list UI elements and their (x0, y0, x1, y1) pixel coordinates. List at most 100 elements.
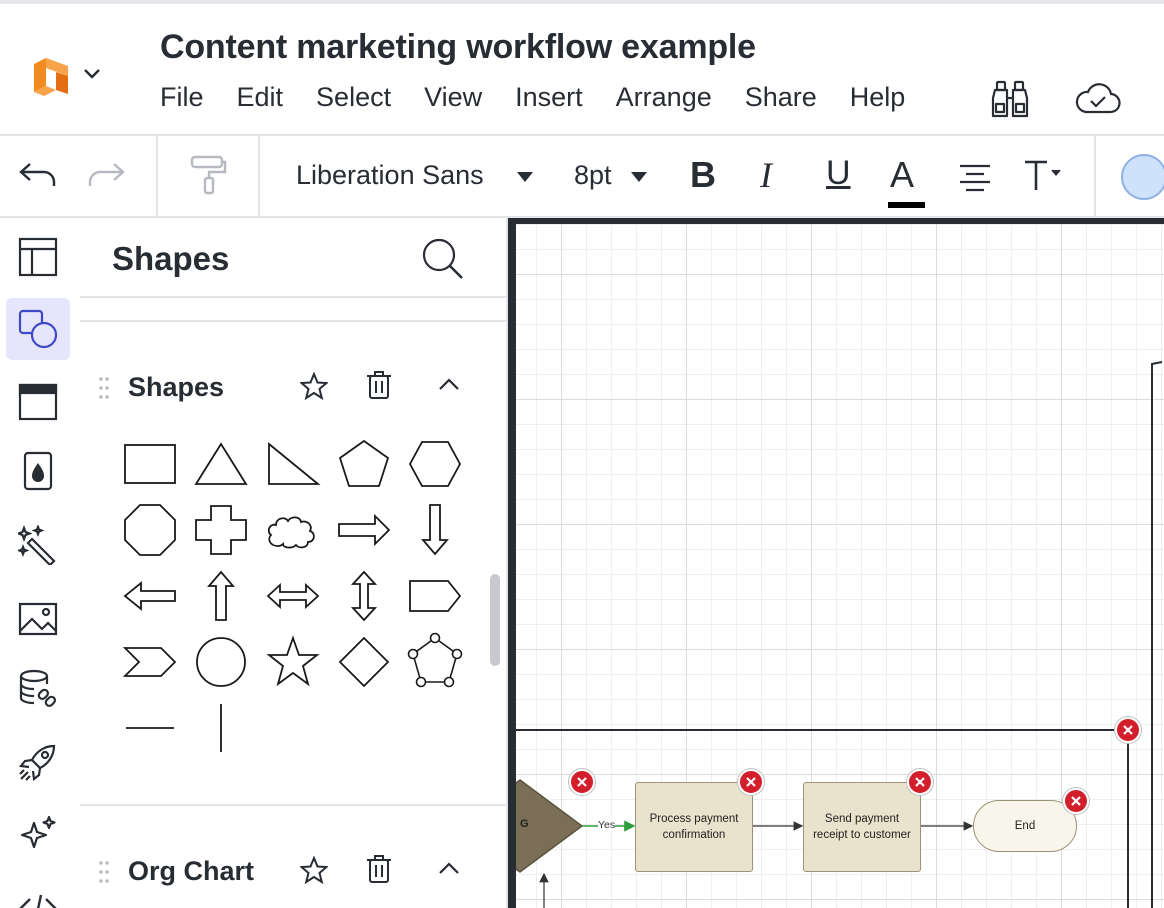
cloud-check-icon[interactable] (1074, 80, 1122, 118)
shape-vertical-line[interactable] (192, 702, 250, 754)
diagram-canvas[interactable]: G Yes Process payment confirmation Send … (516, 224, 1164, 908)
process-payment-node[interactable]: Process payment confirmation (635, 782, 753, 872)
rail-ai-button[interactable] (6, 804, 70, 866)
shape-diamond[interactable] (335, 636, 393, 688)
lucid-logo-icon[interactable] (28, 56, 74, 96)
caret-down-icon[interactable] (516, 170, 534, 184)
shape-pentagon[interactable] (335, 438, 393, 490)
shape-rectangle[interactable] (121, 438, 179, 490)
shape-tag[interactable] (406, 570, 464, 622)
rail-shapes-button[interactable] (6, 298, 70, 360)
shape-up-arrow[interactable] (192, 570, 250, 622)
caret-down-icon[interactable] (630, 170, 648, 184)
align-center-icon[interactable] (958, 162, 992, 192)
error-badge[interactable] (738, 769, 764, 795)
image-icon (18, 602, 58, 636)
shapes-panel: Shapes Shapes Org Chart (80, 218, 508, 908)
shape-horizontal-double-arrow[interactable] (264, 570, 322, 622)
star-icon[interactable] (300, 372, 328, 400)
shape-right-arrow[interactable] (335, 504, 393, 556)
rail-rocket-button[interactable] (6, 732, 70, 794)
binoculars-icon[interactable] (988, 78, 1032, 120)
app-header: Content marketing workflow example File … (0, 0, 1164, 136)
error-badge[interactable] (569, 769, 595, 795)
format-painter-icon[interactable] (188, 154, 228, 196)
shape-cloud[interactable] (264, 504, 322, 556)
panel-divider (80, 804, 506, 806)
code-icon (19, 894, 57, 908)
section-title: Shapes (128, 372, 225, 402)
rail-data-fill-button[interactable] (6, 440, 70, 502)
panel-divider (80, 320, 506, 322)
menu-select[interactable]: Select (316, 82, 391, 113)
left-rail (0, 218, 80, 908)
rail-magic-button[interactable] (6, 514, 70, 576)
redo-icon[interactable] (86, 160, 126, 192)
shape-vertical-double-arrow[interactable] (335, 570, 393, 622)
menu-help[interactable]: Help (850, 82, 906, 113)
shape-triangle[interactable] (192, 438, 250, 490)
menu-bar: File Edit Select View Insert Arrange Sha… (160, 82, 938, 113)
shape-cross[interactable] (192, 504, 250, 556)
close-icon (915, 777, 925, 787)
section-title: Org Chart (128, 856, 255, 886)
error-badge[interactable] (1063, 788, 1089, 814)
shape-left-arrow[interactable] (121, 570, 179, 622)
data-link-icon (19, 669, 57, 708)
end-node[interactable]: End (973, 800, 1077, 852)
trash-icon[interactable] (366, 370, 392, 400)
section-header-shapes[interactable]: Shapes (80, 364, 506, 414)
chevron-down-icon[interactable] (82, 66, 102, 82)
rail-templates-button[interactable] (6, 370, 70, 432)
shape-hexagon[interactable] (406, 438, 464, 490)
rail-data-link-button[interactable] (6, 658, 70, 720)
rail-image-button[interactable] (6, 588, 70, 650)
close-icon (577, 777, 587, 787)
shape-circle[interactable] (192, 636, 250, 688)
italic-button[interactable]: I (760, 154, 772, 196)
bold-button[interactable]: B (690, 154, 716, 196)
document-title[interactable]: Content marketing workflow example (160, 28, 756, 67)
fill-color-button[interactable] (1121, 154, 1164, 200)
underline-button[interactable]: U (826, 154, 851, 193)
menu-insert[interactable]: Insert (515, 82, 583, 113)
rail-pages-button[interactable] (6, 226, 70, 288)
send-receipt-node[interactable]: Send payment receipt to customer (803, 782, 921, 872)
text-options-icon[interactable] (1022, 158, 1064, 192)
menu-arrange[interactable]: Arrange (616, 82, 712, 113)
panel-scrollbar[interactable] (490, 574, 500, 666)
menu-edit[interactable]: Edit (237, 82, 284, 113)
menu-file[interactable]: File (160, 82, 204, 113)
error-badge[interactable] (1115, 717, 1141, 743)
magic-icon (18, 525, 56, 565)
menu-share[interactable]: Share (745, 82, 817, 113)
data-fill-icon (23, 451, 53, 491)
trash-icon[interactable] (366, 854, 392, 884)
shape-polygon[interactable] (406, 632, 464, 688)
shape-right-triangle[interactable] (264, 438, 322, 490)
text-color-button[interactable]: A (890, 154, 914, 196)
panel-divider (80, 296, 506, 298)
drag-handle-icon[interactable] (98, 860, 110, 884)
rail-code-button[interactable] (6, 874, 70, 908)
shape-horizontal-line[interactable] (121, 702, 179, 754)
shape-octagon[interactable] (121, 504, 179, 556)
templates-icon (18, 383, 58, 421)
shape-chevron[interactable] (121, 636, 179, 688)
decision-label: G (520, 818, 529, 830)
star-icon[interactable] (300, 856, 328, 884)
chevron-up-icon[interactable] (436, 376, 462, 392)
menu-view[interactable]: View (424, 82, 482, 113)
shape-down-arrow[interactable] (406, 504, 464, 556)
search-icon[interactable] (420, 236, 466, 282)
shape-star[interactable] (264, 635, 322, 688)
drag-handle-icon[interactable] (98, 376, 110, 400)
node-text: Process payment confirmation (649, 813, 739, 841)
undo-icon[interactable] (18, 160, 58, 192)
font-size-select[interactable]: 8pt (574, 160, 612, 191)
chevron-up-icon[interactable] (436, 860, 462, 876)
font-family-select[interactable]: Liberation Sans (296, 160, 484, 191)
section-header-org-chart[interactable]: Org Chart (80, 848, 506, 898)
format-toolbar: Liberation Sans 8pt B I U A (0, 136, 1164, 218)
error-badge[interactable] (907, 769, 933, 795)
